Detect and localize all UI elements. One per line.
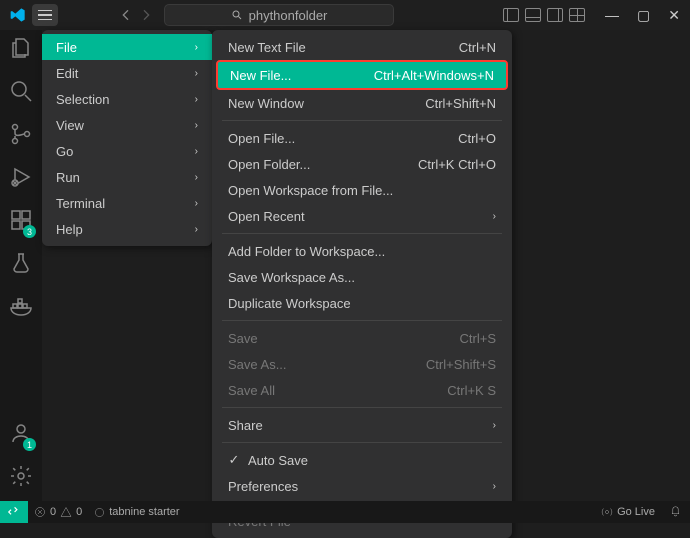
containers-icon [9, 294, 33, 318]
status-tabnine[interactable]: tabnine starter [88, 506, 185, 518]
nav-back-icon[interactable] [118, 7, 134, 23]
menu-open-workspace[interactable]: Open Workspace from File... [212, 177, 512, 203]
activity-extensions[interactable]: 3 [9, 208, 33, 235]
main-menu: File› Edit› Selection› View› Go› Run› Te… [42, 30, 212, 246]
remote-icon [7, 505, 21, 519]
activity-run-debug[interactable] [9, 165, 33, 192]
menu-auto-save[interactable]: ✓Auto Save [212, 447, 512, 473]
separator [222, 320, 502, 321]
vscode-logo-icon [10, 7, 26, 23]
menu-new-file[interactable]: New File...Ctrl+Alt+Windows+N [216, 60, 508, 90]
status-go-live[interactable]: Go Live [595, 506, 661, 518]
account-badge: 1 [23, 438, 36, 451]
menu-selection[interactable]: Selection› [42, 86, 212, 112]
menu-new-text-file[interactable]: New Text FileCtrl+N [212, 34, 512, 60]
search-icon [231, 9, 243, 21]
menu-edit[interactable]: Edit› [42, 60, 212, 86]
menu-add-folder[interactable]: Add Folder to Workspace... [212, 238, 512, 264]
error-icon [34, 506, 46, 518]
menu-save-as: Save As...Ctrl+Shift+S [212, 351, 512, 377]
manage-button[interactable] [9, 464, 33, 491]
status-notifications[interactable] [669, 504, 682, 520]
search-placeholder: phythonfolder [249, 8, 328, 23]
beaker-icon [9, 251, 33, 275]
command-center-search[interactable]: phythonfolder [164, 4, 394, 26]
menu-open-folder[interactable]: Open Folder...Ctrl+K Ctrl+O [212, 151, 512, 177]
menu-help[interactable]: Help› [42, 216, 212, 242]
menu-go[interactable]: Go› [42, 138, 212, 164]
customize-layout-icon[interactable] [569, 8, 585, 22]
menu-share[interactable]: Share› [212, 412, 512, 438]
separator [222, 120, 502, 121]
activity-search[interactable] [9, 79, 33, 106]
bell-icon [669, 504, 682, 517]
toggle-panel-icon[interactable] [525, 8, 541, 22]
activity-docker[interactable] [9, 294, 33, 321]
check-icon: ✓ [228, 452, 240, 468]
extensions-badge: 3 [23, 225, 36, 238]
menu-file[interactable]: File› [42, 34, 212, 60]
broadcast-icon [601, 506, 613, 518]
toggle-secondary-sidebar-icon[interactable] [547, 8, 563, 22]
menu-save-workspace-as[interactable]: Save Workspace As... [212, 264, 512, 290]
accounts-button[interactable]: 1 [9, 421, 33, 448]
status-bar: 0 0 tabnine starter Go Live [0, 501, 690, 523]
app-menu-button[interactable] [32, 4, 58, 26]
gear-icon [9, 464, 33, 488]
activity-bar: 3 1 [0, 30, 42, 501]
menu-open-recent[interactable]: Open Recent› [212, 203, 512, 229]
title-bar: phythonfolder — ▢ ✕ [0, 0, 690, 30]
source-control-icon [9, 122, 33, 146]
menu-preferences[interactable]: Preferences› [212, 473, 512, 499]
activity-source-control[interactable] [9, 122, 33, 149]
files-icon [9, 36, 33, 60]
activity-explorer[interactable] [9, 36, 33, 63]
menu-save-all: Save AllCtrl+K S [212, 377, 512, 403]
tabnine-icon [94, 507, 105, 518]
activity-testing[interactable] [9, 251, 33, 278]
menu-open-file[interactable]: Open File...Ctrl+O [212, 125, 512, 151]
menu-view[interactable]: View› [42, 112, 212, 138]
menu-new-window[interactable]: New WindowCtrl+Shift+N [212, 90, 512, 116]
nav-forward-icon[interactable] [138, 7, 154, 23]
layout-controls [503, 8, 585, 22]
menu-duplicate-workspace[interactable]: Duplicate Workspace [212, 290, 512, 316]
menu-terminal[interactable]: Terminal› [42, 190, 212, 216]
search-icon [9, 79, 33, 103]
file-submenu: New Text FileCtrl+N New File...Ctrl+Alt+… [212, 30, 512, 538]
remote-button[interactable] [0, 501, 28, 523]
separator [222, 442, 502, 443]
separator [222, 233, 502, 234]
window-minimize-icon[interactable]: — [605, 7, 619, 24]
separator [222, 407, 502, 408]
window-close-icon[interactable]: ✕ [668, 7, 680, 24]
debug-icon [9, 165, 33, 189]
menu-run[interactable]: Run› [42, 164, 212, 190]
window-maximize-icon[interactable]: ▢ [637, 7, 650, 24]
status-problems[interactable]: 0 0 [28, 506, 88, 518]
menu-save: SaveCtrl+S [212, 325, 512, 351]
toggle-primary-sidebar-icon[interactable] [503, 8, 519, 22]
warning-icon [60, 506, 72, 518]
